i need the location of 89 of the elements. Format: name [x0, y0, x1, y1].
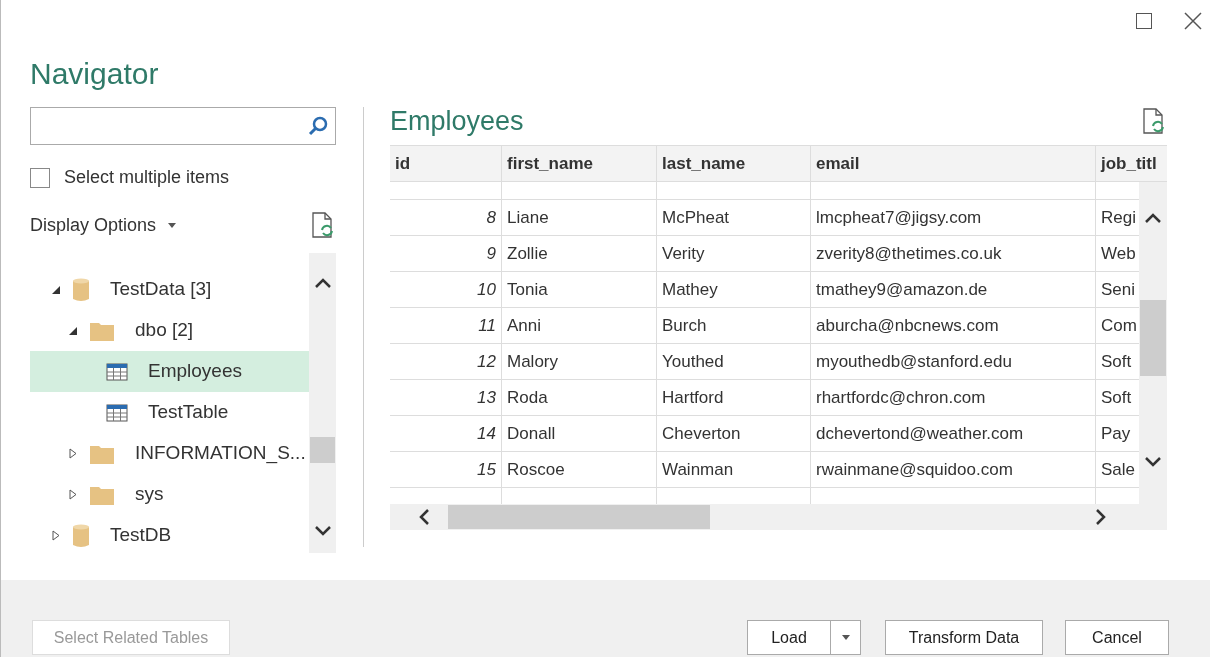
table-cell: Mathey	[657, 272, 811, 307]
table-cell: Cheverton	[657, 416, 811, 451]
scroll-right-icon[interactable]	[1095, 508, 1107, 526]
dialog-button[interactable]: Cancel	[1065, 620, 1169, 655]
table-cell: Hartford	[657, 380, 811, 415]
refresh-document-icon[interactable]	[1141, 107, 1167, 135]
table-cell: 11	[390, 308, 502, 343]
checkbox[interactable]	[30, 167, 50, 188]
table-cell: dchevertond@weather.com	[811, 416, 1096, 451]
expanded-arrow-icon[interactable]	[69, 326, 77, 335]
scroll-down-icon[interactable]	[1144, 456, 1162, 468]
table-cell: 10	[390, 272, 502, 307]
table-cell-text: Soft	[1100, 386, 1133, 409]
column-header[interactable]: id	[390, 146, 502, 181]
dropdown-caret-icon	[168, 222, 177, 228]
search-field[interactable]	[30, 107, 336, 145]
preview-title: Employees	[390, 105, 524, 138]
table-icon	[106, 362, 128, 381]
table-cell: 8	[390, 200, 502, 235]
table-cell-text: Com	[1100, 314, 1138, 337]
table-cell: Liane	[502, 200, 657, 235]
table-cell: myouthedb@stanford.edu	[811, 344, 1096, 379]
table-cell: Roda	[502, 380, 657, 415]
table-cell: aburcha@nbcnews.com	[811, 308, 1096, 343]
table-cell: Tonia	[502, 272, 657, 307]
table-cell: 13	[390, 380, 502, 415]
scrollbar-thumb[interactable]	[1140, 300, 1166, 376]
table-cell: 14	[390, 416, 502, 451]
dialog-button[interactable]: Transform Data	[885, 620, 1043, 655]
table-cell: Donall	[502, 416, 657, 451]
column-header[interactable]: first_name	[502, 146, 657, 181]
table-cell: Malory	[502, 344, 657, 379]
database-icon	[72, 276, 90, 303]
scrollbar[interactable]	[309, 253, 336, 553]
close-icon[interactable]	[1184, 12, 1202, 30]
database-icon	[72, 522, 90, 549]
table-cell-text: Sale	[1100, 458, 1137, 481]
table-cell: Wainman	[657, 452, 811, 487]
table-cell: rhartfordc@chron.com	[811, 380, 1096, 415]
table-cell: rwainmane@squidoo.com	[811, 452, 1096, 487]
dialog-title: Navigator	[30, 56, 159, 92]
table-cell-text: Regi	[1100, 206, 1137, 229]
column-header[interactable]: last_name	[657, 146, 811, 181]
scrollbar-thumb[interactable]	[448, 505, 710, 529]
table-cell: Verity	[657, 236, 811, 271]
column-header[interactable]: job_titl	[1096, 146, 1167, 181]
table-cell: zverity8@thetimes.co.uk	[811, 236, 1096, 271]
display-options-dropdown[interactable]: Display Options	[30, 211, 177, 239]
scroll-up-icon[interactable]	[313, 277, 332, 289]
table-cell: 12	[390, 344, 502, 379]
refresh-document-icon[interactable]	[310, 211, 336, 239]
table-cell: lmcpheat7@jigsy.com	[811, 200, 1096, 235]
table-cell-text: Pay	[1100, 422, 1132, 445]
dropdown-caret-icon	[841, 635, 850, 640]
tree-item[interactable]: TestDB	[30, 515, 309, 556]
collapsed-arrow-icon[interactable]	[69, 448, 77, 459]
table-cell: 15	[390, 452, 502, 487]
collapsed-arrow-icon[interactable]	[69, 489, 77, 500]
table-cell: Zollie	[502, 236, 657, 271]
table-cell: McPheat	[657, 200, 811, 235]
table-cell-text: Web	[1100, 242, 1137, 265]
scroll-down-icon[interactable]	[313, 525, 332, 537]
table-cell: tmathey9@amazon.de	[811, 272, 1096, 307]
load-button[interactable]: Load	[747, 620, 831, 655]
search-icon[interactable]	[307, 115, 329, 137]
collapsed-arrow-icon[interactable]	[52, 530, 60, 541]
expanded-arrow-icon[interactable]	[52, 285, 60, 294]
vertical-scrollbar[interactable]	[1139, 182, 1167, 504]
horizontal-scrollbar[interactable]	[390, 504, 1167, 530]
scroll-left-icon[interactable]	[418, 508, 430, 526]
tree-item[interactable]: Employees	[30, 351, 309, 392]
table-icon	[106, 403, 128, 422]
column-header[interactable]: email	[811, 146, 1096, 181]
tree-item[interactable]: sys	[30, 474, 309, 515]
table-cell: 9	[390, 236, 502, 271]
tree-item[interactable]: TestTable	[30, 392, 309, 433]
table-cell: Roscoe	[502, 452, 657, 487]
tree-item[interactable]: TestData [3]	[30, 269, 309, 310]
table-cell-text: Soft	[1100, 350, 1133, 373]
table-cell: Youthed	[657, 344, 811, 379]
table-cell-text: Seni	[1100, 278, 1137, 301]
scroll-up-icon[interactable]	[1144, 212, 1162, 224]
table-cell: Anni	[502, 308, 657, 343]
tree-item[interactable]: INFORMATION_S...	[30, 433, 309, 474]
maximize-icon[interactable]	[1136, 13, 1152, 29]
table-cell: Burch	[657, 308, 811, 343]
scrollbar-thumb[interactable]	[310, 437, 335, 463]
checkbox-label: Select multiple items	[64, 166, 230, 189]
tree-item[interactable]: dbo [2]	[30, 310, 309, 351]
